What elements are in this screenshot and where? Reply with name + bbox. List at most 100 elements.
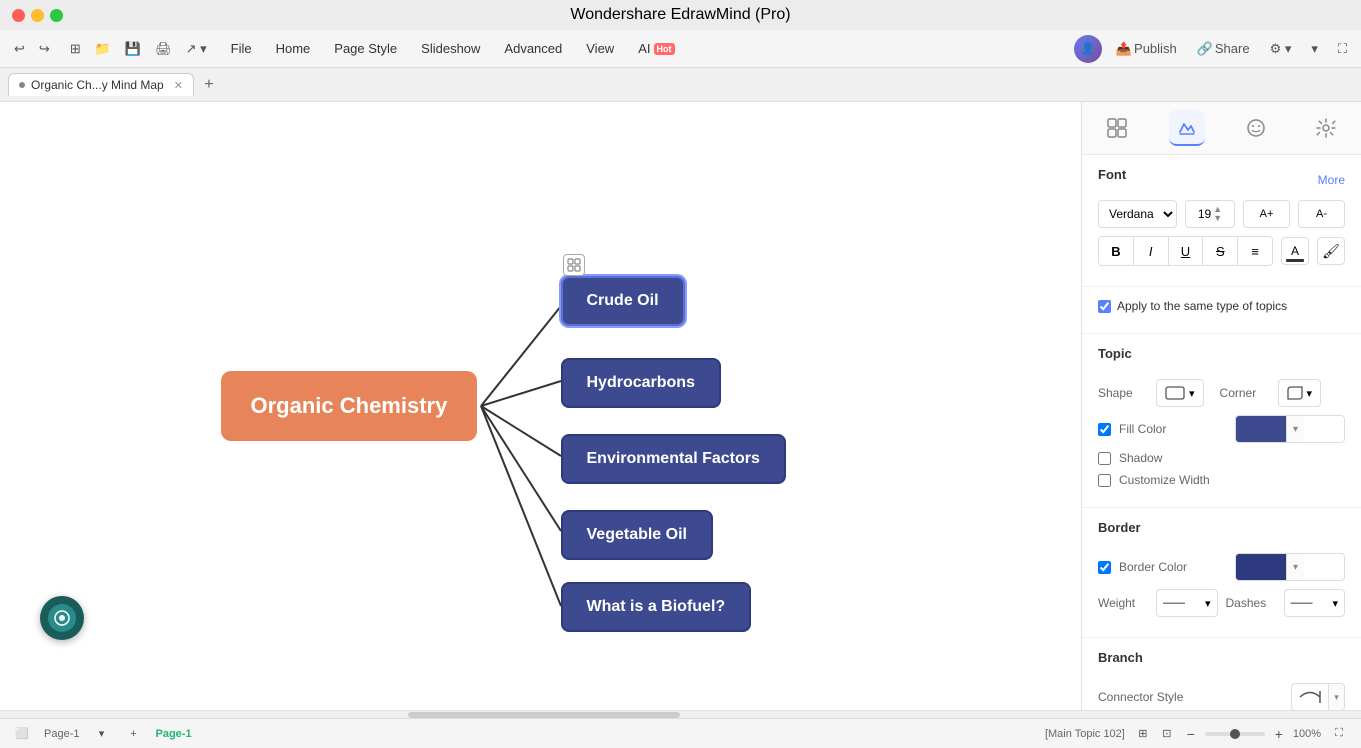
font-increase-button[interactable]: A+: [1243, 200, 1290, 228]
minimize-button[interactable]: [31, 9, 44, 22]
maximize-button[interactable]: [50, 9, 63, 22]
publish-button[interactable]: 📤 Publish: [1110, 37, 1183, 61]
fit-page-button[interactable]: ⊞: [1133, 724, 1153, 744]
fill-color-checkbox[interactable]: [1098, 423, 1111, 436]
new-button[interactable]: ⊞: [64, 37, 87, 61]
canvas[interactable]: Organic Chemistry Crude Oil Hydrocarbons…: [0, 102, 1081, 710]
font-more-link[interactable]: More: [1318, 173, 1345, 187]
corner-picker[interactable]: ▾: [1278, 379, 1322, 407]
undo-button[interactable]: ↩: [8, 37, 31, 61]
layout-toggle-button[interactable]: ⬜: [12, 724, 32, 744]
fill-color-picker[interactable]: ▾: [1235, 415, 1345, 443]
open-button[interactable]: 📁: [89, 37, 117, 61]
branch-node-env-factors[interactable]: Environmental Factors: [561, 434, 786, 484]
page-tab-active[interactable]: Page-1: [155, 728, 191, 740]
horizontal-scrollbar[interactable]: [0, 710, 1361, 718]
border-color-arrow[interactable]: ▾: [1286, 553, 1304, 581]
ai-hot-badge: Hot: [654, 43, 675, 55]
border-weight-picker[interactable]: —— ▾: [1156, 589, 1218, 617]
statusbar-right: [Main Topic 102] ⊞ ⊡ − + 100% ⛶: [1045, 724, 1349, 744]
shape-picker[interactable]: ▾: [1156, 379, 1204, 407]
connector-style-picker[interactable]: ▾: [1291, 683, 1345, 710]
ai-float-icon: [48, 604, 76, 632]
strikethrough-button[interactable]: S: [1203, 237, 1238, 265]
tab-mindmap[interactable]: Organic Ch...y Mind Map ✕: [8, 73, 194, 96]
panel-tab-style[interactable]: [1169, 110, 1205, 146]
titlebar: Wondershare EdrawMind (Pro): [0, 0, 1361, 30]
scrollbar-thumb[interactable]: [408, 712, 680, 718]
border-color-label: Border Color: [1119, 560, 1227, 574]
close-button[interactable]: [12, 9, 25, 22]
connector-style-arrow[interactable]: ▾: [1328, 683, 1344, 710]
fullscreen-status-button[interactable]: ⛶: [1329, 724, 1349, 744]
menu-slideshow[interactable]: Slideshow: [411, 37, 490, 60]
border-color-checkbox[interactable]: [1098, 561, 1111, 574]
main-topic-label: [Main Topic 102]: [1045, 728, 1125, 740]
toolbar-group-history: ↩ ↪: [8, 37, 56, 61]
font-decrease-button[interactable]: A-: [1298, 200, 1345, 228]
page-dropdown-button[interactable]: ▾: [91, 724, 111, 744]
customize-width-checkbox[interactable]: [1098, 474, 1111, 487]
print-button[interactable]: 🖨: [149, 37, 178, 61]
zoom-in-button[interactable]: +: [1269, 724, 1289, 744]
shadow-checkbox[interactable]: [1098, 452, 1111, 465]
tab-close-icon[interactable]: ✕: [174, 79, 183, 92]
font-color-button[interactable]: A: [1281, 237, 1309, 265]
apply-checkbox[interactable]: [1098, 300, 1111, 313]
border-section-title: Border: [1098, 520, 1141, 535]
ai-float-button[interactable]: [40, 596, 84, 640]
menu-view[interactable]: View: [576, 37, 624, 60]
resize-handle[interactable]: [563, 254, 585, 276]
underline-button[interactable]: U: [1169, 237, 1204, 265]
text-format-group: B I U S ≡: [1098, 236, 1273, 266]
zoom-page-button[interactable]: ⊡: [1157, 724, 1177, 744]
menu-file[interactable]: File: [221, 37, 262, 60]
user-avatar[interactable]: 👤: [1074, 35, 1102, 63]
border-dashes-label: Dashes: [1226, 596, 1276, 610]
share-button[interactable]: 🔗 Share: [1191, 37, 1256, 61]
fill-color-arrow[interactable]: ▾: [1286, 415, 1304, 443]
add-tab-button[interactable]: +: [198, 74, 220, 96]
settings-button[interactable]: ⚙ ▾: [1264, 37, 1298, 61]
central-node[interactable]: Organic Chemistry: [221, 371, 478, 441]
menubar: ↩ ↪ ⊞ 📁 💾 🖨 ↗ ▾ File Home Page Style Sli…: [0, 30, 1361, 68]
panel-tab-emoji[interactable]: [1238, 110, 1274, 146]
branch-node-hydrocarbons[interactable]: Hydrocarbons: [561, 358, 721, 408]
mind-map: Organic Chemistry Crude Oil Hydrocarbons…: [141, 166, 941, 646]
font-family-select[interactable]: Verdana: [1098, 200, 1177, 228]
traffic-lights: [12, 9, 63, 22]
zoom-slider[interactable]: [1205, 732, 1265, 736]
export-button[interactable]: ↗ ▾: [180, 37, 213, 61]
collapse-panel-button[interactable]: ▾: [1305, 37, 1324, 61]
apply-section: Apply to the same type of topics: [1082, 287, 1361, 334]
menu-advanced[interactable]: Advanced: [494, 37, 572, 60]
toolbar-group-file: ⊞ 📁 💾 🖨 ↗ ▾: [64, 37, 213, 61]
branch-node-crude-oil[interactable]: Crude Oil: [561, 276, 685, 326]
brush-button[interactable]: 🖌: [1317, 237, 1345, 265]
align-button[interactable]: ≡: [1238, 237, 1272, 265]
panel-tab-layout[interactable]: [1099, 110, 1135, 146]
border-dashes-picker[interactable]: —— ▾: [1284, 589, 1346, 617]
zoom-out-button[interactable]: −: [1181, 724, 1201, 744]
add-page-button[interactable]: +: [123, 724, 143, 744]
font-size-control[interactable]: 19 ▲ ▼: [1185, 200, 1235, 228]
branch-node-veg-oil[interactable]: Vegetable Oil: [561, 510, 713, 560]
zoom-slider-thumb[interactable]: [1230, 729, 1240, 739]
topic-section: Topic Shape ▾ Corner ▾ Fill Color: [1082, 334, 1361, 508]
app-title: Wondershare EdrawMind (Pro): [570, 6, 790, 24]
topic-section-title: Topic: [1098, 346, 1132, 361]
menu-page-style[interactable]: Page Style: [324, 37, 407, 60]
redo-button[interactable]: ↪: [33, 37, 56, 61]
menu-ai[interactable]: AI Hot: [628, 37, 684, 60]
save-button[interactable]: 💾: [119, 37, 147, 61]
panel-tab-settings[interactable]: [1308, 110, 1344, 146]
fullscreen-button[interactable]: ⛶: [1332, 37, 1353, 61]
border-color-picker[interactable]: ▾: [1235, 553, 1345, 581]
menu-home[interactable]: Home: [266, 37, 321, 60]
branch-node-biofuel[interactable]: What is a Biofuel?: [561, 582, 752, 632]
right-panel: Font More Verdana 19 ▲ ▼ A+ A-: [1081, 102, 1361, 710]
bold-button[interactable]: B: [1099, 237, 1134, 265]
font-size-down[interactable]: ▼: [1213, 214, 1222, 223]
connector-style-label: Connector Style: [1098, 690, 1283, 704]
italic-button[interactable]: I: [1134, 237, 1169, 265]
